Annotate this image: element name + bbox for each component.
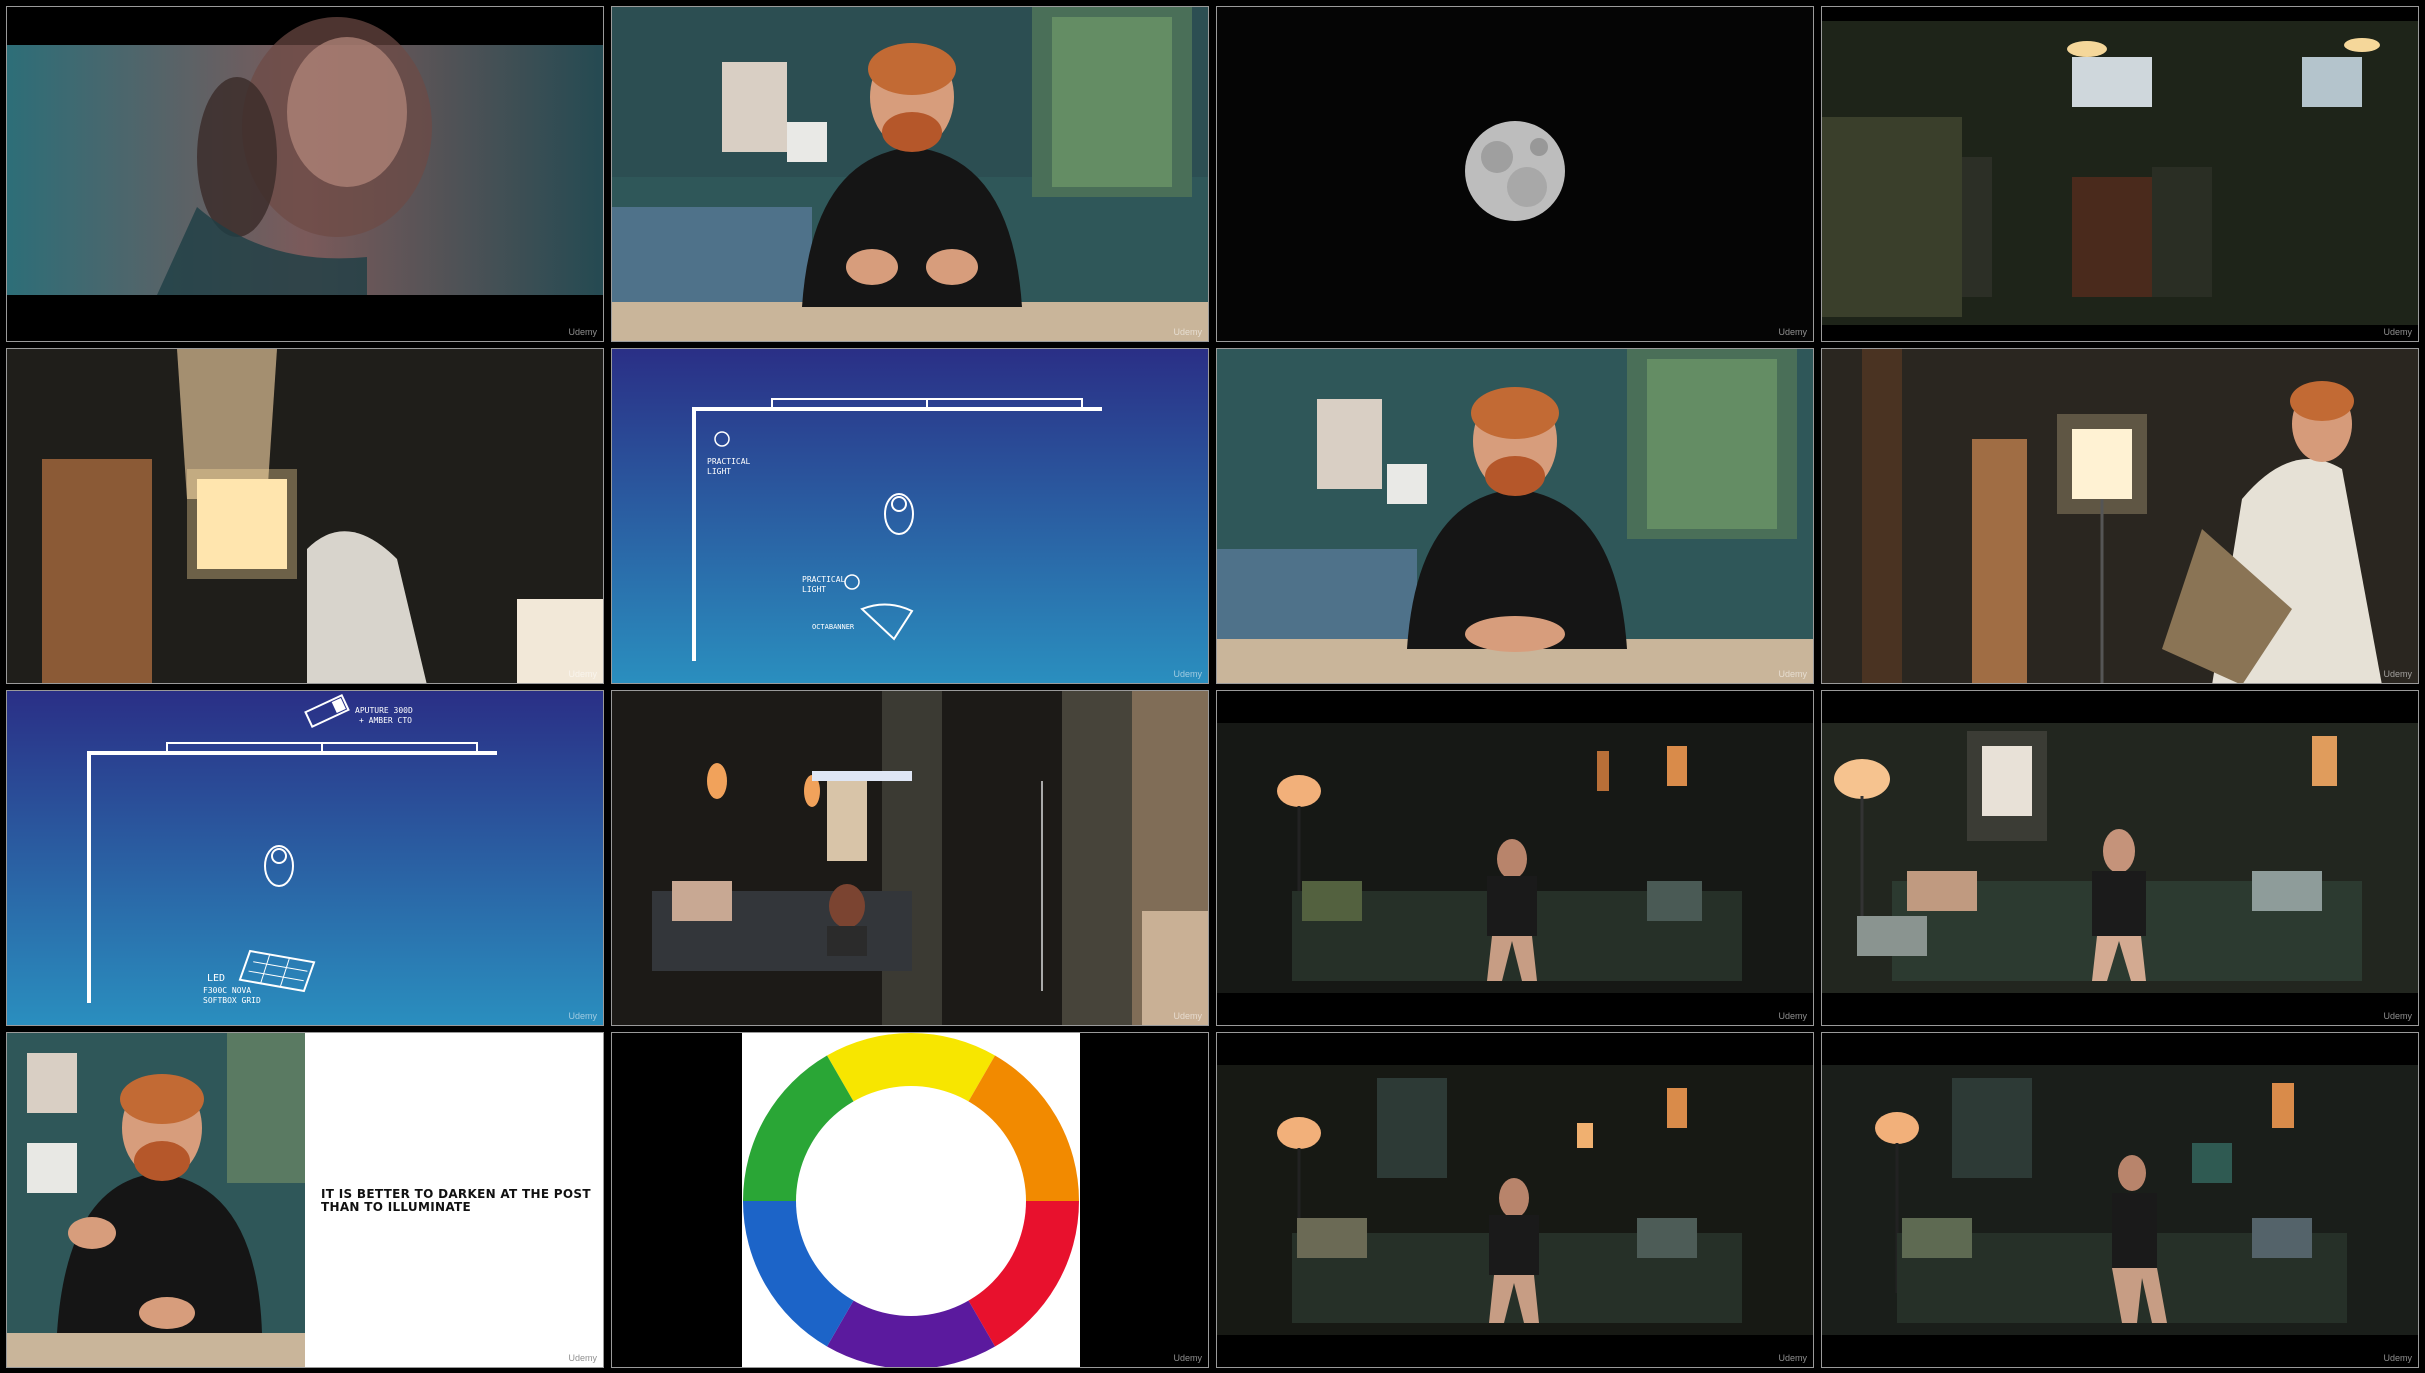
couch-lamp-brighter-image — [1822, 691, 2418, 1025]
studio-setup-couch-image — [612, 691, 1208, 1025]
couch-lamp-reading-image — [1822, 1033, 2418, 1367]
frame-dark-interior[interactable]: Udemy — [1821, 6, 2419, 342]
frame-softbox-setup[interactable]: Udemy — [6, 348, 604, 684]
watermark-label: Udemy — [1778, 327, 1807, 337]
frame-instructor-slide[interactable]: IT IS BETTER TO DARKEN AT THE POST THAN … — [6, 1032, 604, 1368]
moon-image — [1217, 7, 1813, 341]
watermark-label: Udemy — [1173, 669, 1202, 679]
couch-lamp-table-image — [1217, 1033, 1813, 1367]
frame-instructor-hands-folded[interactable]: Udemy — [1216, 348, 1814, 684]
svg-text:APUTURE 300D + AMBER C: APUTURE 300D + AMBER CTO — [355, 706, 418, 725]
label-softbox-grid: SOFTBOX GRID — [203, 996, 261, 1005]
label-practical-bottom-1: PRACTICAL — [802, 575, 846, 584]
instructor-talking-image — [612, 7, 1208, 341]
frame-instructor-talking[interactable]: Udemy — [611, 6, 1209, 342]
instructor-hands-folded-image — [1217, 349, 1813, 683]
frame-couch-lamp-table[interactable]: Udemy — [1216, 1032, 1814, 1368]
label-f300c: F300C NOVA — [203, 986, 251, 995]
frame-woman-phone[interactable]: Udemy — [6, 6, 604, 342]
watermark-label: Udemy — [568, 669, 597, 679]
lighting-diagram-led: APUTURE 300D + AMBER CTO LED F300C NOVA … — [7, 691, 603, 1025]
watermark-label: Udemy — [568, 1011, 597, 1021]
frame-studio-setup-couch[interactable]: Udemy — [611, 690, 1209, 1026]
slide-text: IT IS BETTER TO DARKEN AT THE POST THAN … — [321, 1187, 591, 1214]
couch-lamp-dark-image — [1217, 691, 1813, 1025]
frame-couch-lamp-brighter[interactable]: Udemy — [1821, 690, 2419, 1026]
watermark-label: Udemy — [1778, 1353, 1807, 1363]
frame-couch-lamp-reading[interactable]: Udemy — [1821, 1032, 2419, 1368]
frame-lighting-diagram-led[interactable]: APUTURE 300D + AMBER CTO LED F300C NOVA … — [6, 690, 604, 1026]
frame-couch-lamp-dark[interactable]: Udemy — [1216, 690, 1814, 1026]
watermark-label: Udemy — [1778, 669, 1807, 679]
frame-color-wheel[interactable]: Udemy — [611, 1032, 1209, 1368]
watermark-label: Udemy — [1173, 327, 1202, 337]
label-octabanner: OCTABANNER — [812, 623, 855, 631]
dark-interior-image — [1822, 7, 2418, 341]
label-practical-bottom-2: LIGHT — [802, 585, 826, 594]
softbox-setup-image — [7, 349, 603, 683]
watermark-label: Udemy — [2383, 1353, 2412, 1363]
watermark-label: Udemy — [2383, 1011, 2412, 1021]
label-led: LED — [207, 973, 225, 984]
watermark-label: Udemy — [2383, 669, 2412, 679]
watermark-label: Udemy — [1173, 1353, 1202, 1363]
watermark-label: Udemy — [568, 327, 597, 337]
color-wheel-image — [612, 1033, 1208, 1367]
label-practical-top-2: LIGHT — [707, 467, 731, 476]
woman-phone-image — [7, 7, 603, 341]
watermark-label: Udemy — [1173, 1011, 1202, 1021]
watermark-label: Udemy — [2383, 327, 2412, 337]
watermark-label: Udemy — [568, 1353, 597, 1363]
frame-led-panel-setup[interactable]: Udemy — [1821, 348, 2419, 684]
led-panel-setup-image — [1822, 349, 2418, 683]
watermark-label: Udemy — [1778, 1011, 1807, 1021]
lighting-diagram-practical: PRACTICAL LIGHT PRACTICAL LIGHT OCTABANN… — [612, 349, 1208, 683]
label-aputure-1: APUTURE 300D — [355, 706, 413, 715]
video-thumbnail-grid: Udemy Udemy Udemy Udemy Udemy PRACTICAL … — [0, 0, 2425, 1373]
label-aputure-2: + AMBER CTO — [359, 716, 412, 725]
label-practical-top-1: PRACTICAL — [707, 457, 751, 466]
frame-lighting-diagram-practical[interactable]: PRACTICAL LIGHT PRACTICAL LIGHT OCTABANN… — [611, 348, 1209, 684]
frame-moon[interactable]: Udemy — [1216, 6, 1814, 342]
